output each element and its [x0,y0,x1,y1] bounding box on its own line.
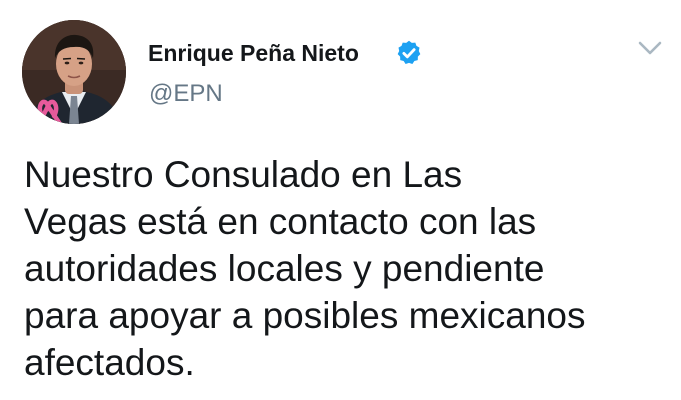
display-name[interactable]: Enrique Peña Nieto [148,40,359,67]
chevron-down-icon[interactable] [634,34,666,62]
tweet-card: Enrique Peña Nieto @EPN Nuestro Consulad… [0,0,681,400]
user-handle[interactable]: @EPN [149,80,223,108]
tweet-text: Nuestro Consulado en Las Vegas está en c… [24,151,664,386]
verified-badge-icon [395,39,423,67]
avatar[interactable] [22,20,126,124]
tweet-text-line: Vegas está en contacto con las [24,201,537,242]
tweet-text-line: afectados. [24,342,195,383]
tweet-text-line: Nuestro Consulado en Las [24,154,463,195]
tweet-text-line: autoridades locales y pendiente [24,248,545,289]
tweet-text-line: para apoyar a posibles mexicanos [24,295,586,336]
profile-photo [22,20,126,124]
